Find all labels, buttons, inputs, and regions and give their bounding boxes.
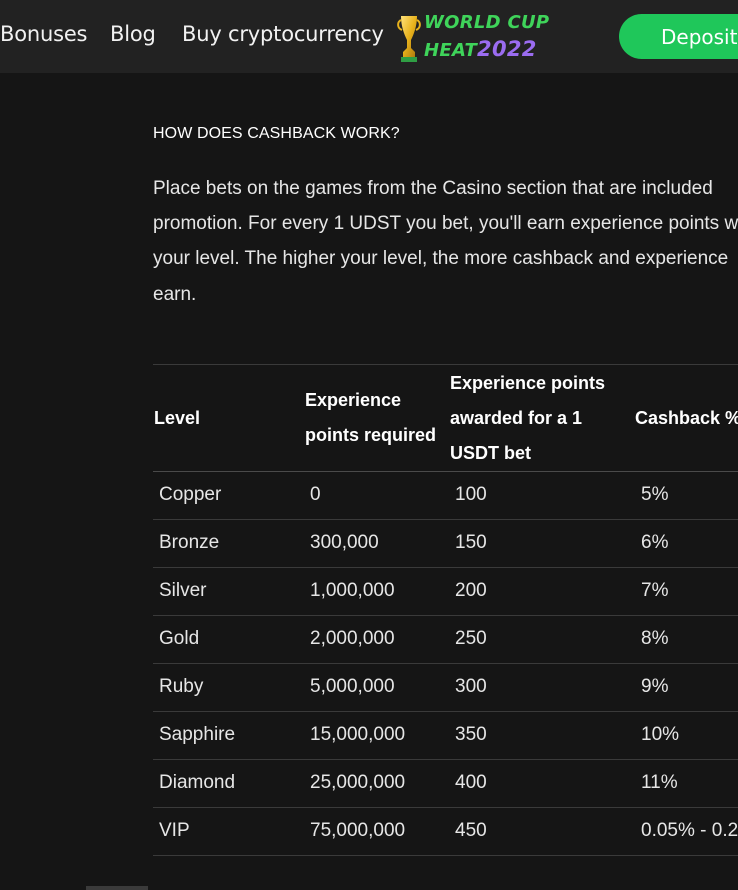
cell-cashback: 6% xyxy=(641,532,669,553)
cell-cashback: 11% xyxy=(641,772,678,793)
table-row: VIP 75,000,000 450 0.05% - 0.25% xyxy=(153,808,738,856)
intro-text-line: promotion. For every 1 UDST you bet, you… xyxy=(153,213,738,234)
cell-level: Diamond xyxy=(159,772,236,793)
cell-points-awarded: 250 xyxy=(455,628,487,649)
table-row: Diamond 25,000,000 400 11% xyxy=(153,760,738,808)
cell-points-awarded: 150 xyxy=(455,532,487,553)
intro-text-line: earn. xyxy=(153,284,197,305)
nav-bonuses-link[interactable]: Bonuses xyxy=(0,22,87,46)
table-row: Sapphire 15,000,000 350 10% xyxy=(153,712,738,760)
cell-level: Copper xyxy=(159,484,222,505)
cell-points-awarded: 450 xyxy=(455,820,487,841)
cell-points-required: 5,000,000 xyxy=(310,676,395,697)
cell-points-required: 2,000,000 xyxy=(310,628,395,649)
cell-points-required: 0 xyxy=(310,484,321,505)
cell-cashback: 0.05% - 0.25% xyxy=(641,820,738,841)
cell-level: Ruby xyxy=(159,676,204,697)
table-header-row: Level Experience points required Experie… xyxy=(153,364,738,472)
cell-level: Silver xyxy=(159,580,207,601)
horizontal-scrollbar-thumb[interactable] xyxy=(86,886,148,890)
cell-cashback: 7% xyxy=(641,580,669,601)
header-cashback: Cashback % xyxy=(635,408,738,428)
promo-year: 2022 xyxy=(477,37,537,61)
header-points-required: Experience points required xyxy=(305,390,437,445)
section-heading: HOW DOES CASHBACK WORK? xyxy=(153,125,400,142)
promo-title-heat: HEAT xyxy=(424,40,478,61)
cell-points-awarded: 100 xyxy=(455,484,487,505)
cell-cashback: 9% xyxy=(641,676,669,697)
table-row: Gold 2,000,000 250 8% xyxy=(153,616,738,664)
cell-level: Sapphire xyxy=(159,724,236,745)
intro-text-line: your level. The higher your level, the m… xyxy=(153,248,729,269)
trophy-icon xyxy=(397,16,421,62)
cell-points-required: 300,000 xyxy=(310,532,379,553)
cell-points-required: 15,000,000 xyxy=(310,724,406,745)
cell-points-required: 75,000,000 xyxy=(310,820,406,841)
nav-blog-link[interactable]: Blog xyxy=(110,22,156,46)
cell-cashback: 8% xyxy=(641,628,669,649)
table-row: Copper 0 100 5% xyxy=(153,472,738,520)
intro-text-line: Place bets on the games from the Casino … xyxy=(153,178,713,199)
header-points-awarded: Experience points awarded for a 1 USDT b… xyxy=(450,373,606,463)
cell-points-awarded: 400 xyxy=(455,772,487,793)
cell-level: Gold xyxy=(159,628,200,649)
header-level: Level xyxy=(154,408,201,428)
cell-cashback: 5% xyxy=(641,484,669,505)
table-row: Ruby 5,000,000 300 9% xyxy=(153,664,738,712)
cell-level: Bronze xyxy=(159,532,220,553)
cell-points-required: 1,000,000 xyxy=(310,580,395,601)
world-cup-promo-logo[interactable]: WORLD CUP HEAT2022 xyxy=(396,10,556,66)
promo-title-line2: HEAT2022 xyxy=(424,37,537,61)
deposit-button[interactable]: Deposit xyxy=(619,14,738,59)
table-row: Bronze 300,000 150 6% xyxy=(153,520,738,568)
cell-points-awarded: 300 xyxy=(455,676,487,697)
cell-cashback: 10% xyxy=(641,724,680,745)
site-header: Bonuses Blog Buy cryptocurrency WORLD CU… xyxy=(0,0,738,73)
nav-buy-crypto-link[interactable]: Buy cryptocurrency xyxy=(182,22,384,46)
cell-points-awarded: 200 xyxy=(455,580,487,601)
promo-title-line1: WORLD CUP xyxy=(424,12,550,33)
cashback-levels-table: Level Experience points required Experie… xyxy=(153,364,738,856)
table-row: Silver 1,000,000 200 7% xyxy=(153,568,738,616)
cell-points-required: 25,000,000 xyxy=(310,772,406,793)
cell-level: VIP xyxy=(159,820,190,841)
cell-points-awarded: 350 xyxy=(455,724,487,745)
